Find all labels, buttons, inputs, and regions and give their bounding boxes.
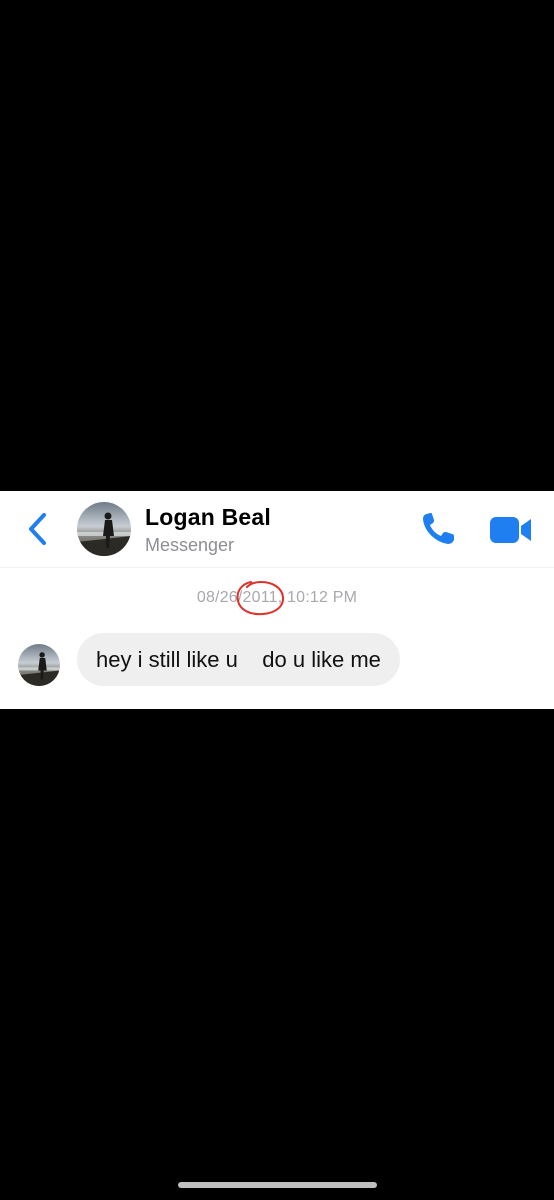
screenshot-screen: Logan Beal Messenger 08/26/2011, 10:12 P… bbox=[0, 0, 554, 1200]
phone-icon bbox=[423, 513, 454, 544]
contact-subtitle: Messenger bbox=[145, 535, 235, 555]
avatar-photo bbox=[77, 502, 131, 556]
message-timestamp: 08/26/2011, 10:12 PM bbox=[196, 589, 358, 606]
messenger-conversation-card: Logan Beal Messenger 08/26/2011, 10:12 P… bbox=[0, 491, 554, 709]
sender-avatar[interactable] bbox=[18, 644, 60, 686]
audio-call-button[interactable] bbox=[418, 509, 460, 549]
video-camera-icon bbox=[490, 517, 531, 543]
contact-avatar[interactable] bbox=[77, 502, 131, 556]
conversation-header: Logan Beal Messenger bbox=[0, 491, 554, 568]
video-call-button[interactable] bbox=[488, 513, 534, 547]
avatar-photo bbox=[18, 644, 60, 686]
contact-name[interactable]: Logan Beal bbox=[145, 504, 271, 531]
message-bubble[interactable]: hey i still like u do u like me bbox=[77, 633, 400, 686]
home-indicator[interactable] bbox=[178, 1182, 377, 1188]
back-button[interactable] bbox=[22, 509, 52, 549]
chevron-left-icon bbox=[29, 513, 46, 545]
